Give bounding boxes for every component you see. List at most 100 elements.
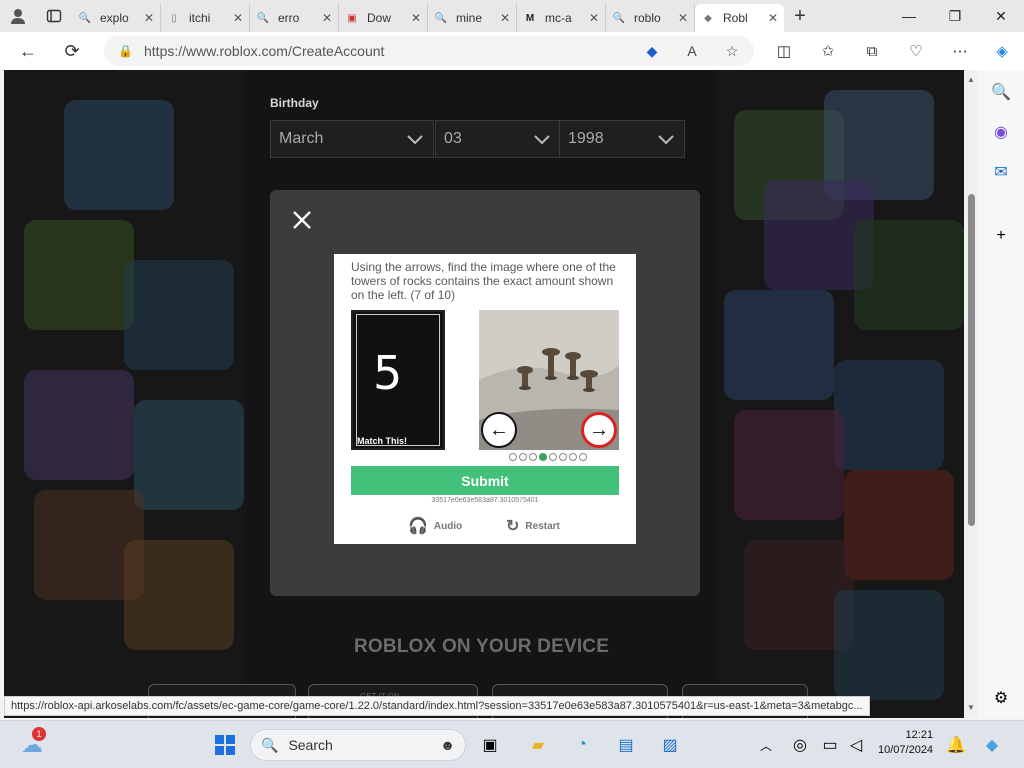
chevron-down-icon <box>658 135 674 145</box>
tab-5[interactable]: 🔍 mine ✕ <box>428 4 517 32</box>
close-window-icon[interactable]: ✕ <box>978 0 1024 32</box>
pagination-dot <box>529 453 537 461</box>
refresh-icon[interactable]: ⟳ <box>52 32 92 70</box>
tab-7[interactable]: 🔍 roblo ✕ <box>606 4 695 32</box>
windows-taskbar: ☁ ▣ ▰ ◔ ▤ ▨ ︿ ◎ ▭ ◁ 🔔 ◆ <box>0 720 1024 768</box>
pagination-dot <box>509 453 517 461</box>
favorites-icon[interactable]: ✩ <box>812 36 844 66</box>
lock-icon[interactable]: 🔒 <box>118 44 133 58</box>
task-view-icon[interactable]: ▣ <box>476 731 504 759</box>
tab-2[interactable]: ▯ itchi ✕ <box>161 4 250 32</box>
pagination-dot <box>559 453 567 461</box>
close-tab-icon[interactable]: ✕ <box>411 11 421 25</box>
url-field[interactable]: 🔒 https://www.roblox.com/CreateAccount ◆… <box>104 36 754 66</box>
session-id: 33517e0e63e583a87.3010575401 <box>431 497 539 504</box>
copilot-sidebar-icon[interactable]: ◉ <box>987 118 1015 146</box>
match-label: Match This! <box>357 436 408 446</box>
scroll-up-icon[interactable]: ▲ <box>964 72 978 86</box>
close-tab-icon[interactable]: ✕ <box>144 11 154 25</box>
captcha-modal: Using the arrows, find the image where o… <box>270 190 700 596</box>
scroll-down-icon[interactable]: ▼ <box>964 700 978 714</box>
tab-3[interactable]: 🔍 erro ✕ <box>250 4 339 32</box>
search-icon: 🔍 <box>434 12 448 24</box>
page-scrollbar[interactable]: ▲ ▼ <box>964 70 978 718</box>
photos-icon[interactable]: ▨ <box>656 731 684 759</box>
page-viewport: Birthday March 03 1998 ROBLOX ON YOUR DE… <box>4 70 964 718</box>
chevron-up-icon[interactable]: ︿ <box>752 731 780 759</box>
weather-badge: 1 <box>32 727 46 741</box>
file-explorer-icon[interactable]: ▰ <box>524 731 552 759</box>
display-icon[interactable]: ▭ <box>816 731 844 759</box>
new-tab-button[interactable]: + <box>784 5 816 28</box>
notification-bell-icon[interactable]: 🔔 <box>942 731 970 759</box>
profile-icon[interactable] <box>0 0 36 32</box>
scroll-thumb[interactable] <box>968 194 975 526</box>
minimize-icon[interactable]: — <box>886 0 932 32</box>
collections-icon[interactable]: ⧉ <box>856 36 888 66</box>
tab-1[interactable]: 🔍 explo ✕ <box>72 4 161 32</box>
pagination-dot-active <box>539 453 547 461</box>
favorite-star-icon[interactable]: ☆ <box>720 40 744 62</box>
close-tab-icon[interactable]: ✕ <box>589 11 599 25</box>
split-screen-icon[interactable]: ◫ <box>768 36 800 66</box>
tab-8-active[interactable]: ◆ Robl ✕ <box>695 4 784 32</box>
document-icon: ▯ <box>171 12 177 24</box>
address-bar-row: ← ⟳ 🔒 https://www.roblox.com/CreateAccou… <box>0 32 1024 70</box>
search-icon: 🔍 <box>256 12 270 24</box>
taskbar-search[interactable]: 🔍 Search ☻ <box>250 729 466 761</box>
restore-icon[interactable]: ❐ <box>932 0 978 32</box>
match-digit: 5 <box>373 346 403 400</box>
network-icon[interactable]: ◎ <box>786 731 814 759</box>
tab-actions-icon[interactable] <box>36 0 72 32</box>
back-icon[interactable]: ← <box>8 32 48 70</box>
close-icon[interactable] <box>290 208 314 232</box>
tab-4[interactable]: ▣ Dow ✕ <box>339 4 428 32</box>
device-heading: ROBLOX ON YOUR DEVICE <box>354 636 610 657</box>
microsoft-store-icon[interactable]: ▤ <box>612 731 640 759</box>
outlook-icon[interactable]: ✉ <box>987 158 1015 186</box>
day-select[interactable]: 03 <box>435 120 561 158</box>
arrow-right-button[interactable]: → <box>581 412 617 448</box>
search-icon: 🔍 <box>612 12 626 24</box>
chevron-down-icon <box>407 135 423 145</box>
search-icon: 🔍 <box>261 736 279 753</box>
copilot-pre-icon[interactable]: ◆ <box>978 731 1006 759</box>
year-select[interactable]: 1998 <box>559 120 685 158</box>
copilot-icon[interactable]: ◈ <box>986 36 1018 66</box>
close-tab-icon[interactable]: ✕ <box>322 11 332 25</box>
performance-icon[interactable]: ♡ <box>900 36 932 66</box>
close-tab-icon[interactable]: ✕ <box>768 11 778 25</box>
roblox-icon: ◆ <box>704 12 712 24</box>
pagination-dot <box>549 453 557 461</box>
captcha-frame: Using the arrows, find the image where o… <box>334 254 636 544</box>
tab-6[interactable]: Mmc-a ✕ <box>517 4 606 32</box>
audio-button[interactable]: 🎧 Audio <box>408 516 462 536</box>
search-icon[interactable]: 🔍 <box>987 78 1015 106</box>
add-icon[interactable]: + <box>987 222 1015 250</box>
volume-muted-icon[interactable]: ◁ <box>842 731 870 759</box>
submit-button[interactable]: Submit <box>351 466 619 495</box>
edge-browser-icon[interactable]: ◔ <box>568 731 596 759</box>
start-windows-icon[interactable] <box>211 731 239 759</box>
pagination-dots <box>509 453 587 461</box>
arrow-left-button[interactable]: ← <box>481 412 517 448</box>
birthday-label: Birthday <box>270 96 319 110</box>
system-clock[interactable]: 12:21 10/07/2024 <box>878 728 933 758</box>
close-tab-icon[interactable]: ✕ <box>233 11 243 25</box>
shield-tag-icon[interactable]: ◆ <box>640 40 664 62</box>
captcha-instructions: Using the arrows, find the image where o… <box>351 260 616 302</box>
restart-button[interactable]: ↻ Restart <box>506 516 560 536</box>
settings-gear-icon[interactable]: ⚙ <box>987 684 1015 712</box>
search-highlight-icon: ☻ <box>440 737 455 753</box>
match-card: 5 Match This! <box>351 310 445 450</box>
puzzle-image: ← → <box>479 310 619 450</box>
read-aloud-icon[interactable]: A <box>680 40 704 62</box>
status-bar-url: https://roblox-api.arkoselabs.com/fc/ass… <box>4 696 870 716</box>
month-select[interactable]: March <box>270 120 434 158</box>
pagination-dot <box>569 453 577 461</box>
close-tab-icon[interactable]: ✕ <box>678 11 688 25</box>
m-icon: M <box>525 12 535 24</box>
chevron-down-icon <box>534 135 550 145</box>
more-menu-icon[interactable]: ⋯ <box>944 36 976 66</box>
close-tab-icon[interactable]: ✕ <box>500 11 510 25</box>
